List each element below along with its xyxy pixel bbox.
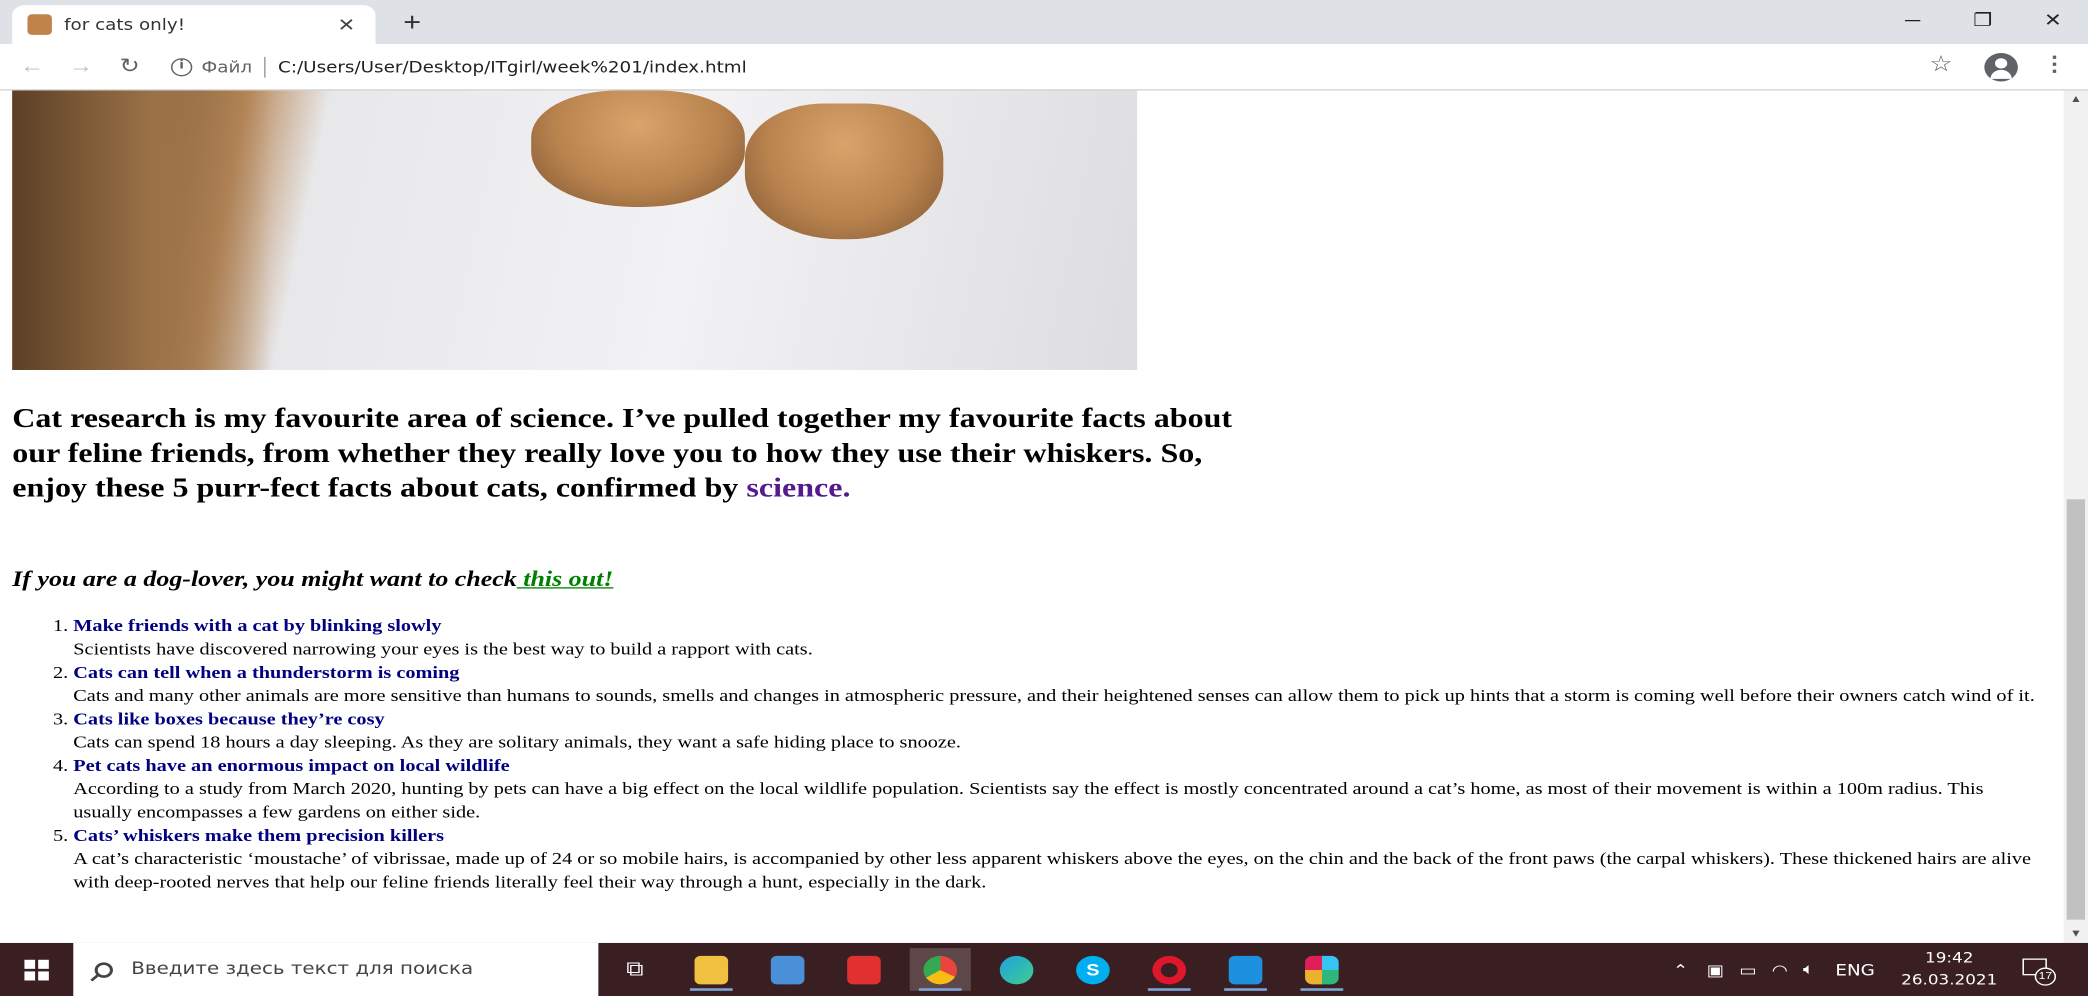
fact-title: Cats’ whiskers make them precision kille… — [73, 825, 445, 845]
store-bag-icon — [770, 955, 805, 984]
task-view-icon: ⧉ — [626, 957, 644, 980]
start-button[interactable] — [0, 943, 73, 996]
taskbar-app-gift[interactable] — [833, 948, 894, 991]
info-icon[interactable]: i — [170, 58, 193, 77]
back-arrow-icon[interactable]: ← — [15, 53, 49, 81]
list-item: Cats’ whiskers make them precision kille… — [73, 824, 2042, 894]
bookmark-star-icon[interactable]: ☆ — [1929, 52, 1952, 78]
fact-body: Scientists have discovered narrowing you… — [73, 638, 813, 659]
edge-icon — [999, 955, 1034, 984]
cat-favicon-icon — [27, 14, 52, 35]
battery-icon[interactable]: ▭ — [1739, 960, 1756, 978]
taskbar-app-store[interactable] — [757, 948, 818, 991]
windows-logo-icon — [24, 959, 49, 980]
chrome-icon — [923, 955, 958, 984]
cat-paw-right — [744, 103, 944, 240]
url-text[interactable]: C:/Users/User/Desktop/ITgirl/week%201/in… — [278, 58, 747, 76]
fact-body: Cats and many other animals are more sen… — [73, 685, 2035, 705]
task-view-button[interactable]: ⧉ — [604, 948, 665, 991]
intro-text: Cat research is my favourite area of sci… — [12, 402, 1233, 504]
opera-icon — [1152, 955, 1187, 984]
fact-title: Cats can tell when a thunderstorm is com… — [73, 662, 460, 682]
taskbar-app-opera[interactable] — [1139, 948, 1200, 991]
clock-time: 19:42 — [1925, 949, 1974, 967]
facts-list: Make friends with a cat by blinking slow… — [73, 614, 2042, 893]
fact-title: Pet cats have an enormous impact on loca… — [73, 755, 510, 775]
fact-title: Make friends with a cat by blinking slow… — [73, 615, 442, 636]
science-link[interactable]: science. — [746, 472, 850, 503]
fact-body: Cats can spend 18 hours a day sleeping. … — [73, 732, 962, 752]
profile-avatar-icon[interactable] — [1984, 53, 2018, 82]
skype-icon: S — [1076, 955, 1110, 984]
windows-taskbar: Введите здесь текст для поиска ⧉ S ⌃ ▣ ▭… — [0, 942, 2088, 996]
volume-icon[interactable]: 🔈︎ — [1803, 960, 1814, 979]
clock[interactable]: 19:42 26.03.2021 — [1896, 947, 2003, 991]
browser-tab[interactable]: for cats only! ✕ — [12, 5, 376, 44]
scroll-thumb[interactable] — [2066, 499, 2086, 920]
language-indicator[interactable]: ENG — [1835, 960, 1874, 978]
tab-title: for cats only! — [64, 15, 186, 34]
kebab-menu-icon[interactable]: ⋮ — [2042, 52, 2066, 78]
taskbar-app-skype[interactable]: S — [1062, 948, 1123, 991]
tray-icons: ⌃ ▣ ▭ ◠ 🔈︎ ENG — [1673, 943, 1875, 996]
security-label: Файл — [201, 58, 253, 77]
page-viewport: Cat research is my favourite area of sci… — [0, 90, 2064, 943]
meet-now-icon[interactable]: ▣ — [1707, 960, 1724, 978]
this-out-link[interactable]: this out! — [517, 567, 613, 592]
forward-arrow-icon[interactable]: → — [64, 53, 98, 81]
taskbar-app-edge[interactable] — [986, 948, 1047, 991]
dog-lover-text: If you are a dog-lover, you might want t… — [12, 566, 517, 592]
fact-body: According to a study from March 2020, hu… — [73, 778, 1984, 822]
fact-body: A cat’s characteristic ‘moustache’ of vi… — [73, 848, 2032, 892]
close-window-button[interactable]: ✕ — [2018, 0, 2088, 39]
vscode-icon — [1228, 955, 1263, 984]
scroll-up-arrow-icon[interactable]: ▲ — [2064, 91, 2088, 109]
cat-paw-left — [531, 90, 745, 207]
taskbar-app-chrome[interactable] — [909, 948, 971, 991]
list-item: Cats can tell when a thunderstorm is com… — [73, 661, 2042, 708]
notification-count: 17 — [2034, 967, 2057, 986]
scroll-down-arrow-icon[interactable]: ▼ — [2064, 925, 2088, 943]
close-tab-icon[interactable]: ✕ — [333, 14, 360, 36]
search-icon — [94, 961, 113, 978]
notification-center-button[interactable]: 17 — [2018, 953, 2057, 986]
list-item: Pet cats have an enormous impact on loca… — [73, 754, 2042, 824]
list-item: Make friends with a cat by blinking slow… — [73, 614, 2042, 661]
reload-icon[interactable]: ↻ — [113, 53, 147, 81]
dog-lover-line: If you are a dog-lover, you might want t… — [12, 567, 613, 593]
search-placeholder: Введите здесь текст для поиска — [131, 959, 474, 980]
folder-icon — [694, 955, 729, 984]
fact-title: Cats like boxes because they’re cosy — [73, 708, 385, 729]
taskbar-app-slack[interactable] — [1291, 948, 1352, 991]
minimize-button[interactable]: ─ — [1877, 0, 1947, 39]
omnibox-divider — [264, 56, 266, 78]
address-bar[interactable]: i Файл C:/Users/User/Desktop/ITgirl/week… — [170, 50, 1966, 84]
gift-icon — [847, 955, 881, 984]
new-tab-button[interactable]: + — [394, 8, 431, 39]
taskbar-app-vscode[interactable] — [1215, 948, 1276, 991]
taskbar-app-file-explorer[interactable] — [681, 948, 742, 991]
vertical-scrollbar[interactable]: ▲ ▼ — [2063, 90, 2088, 943]
intro-paragraph: Cat research is my favourite area of sci… — [12, 401, 1233, 506]
cat-paws-image — [12, 90, 1138, 370]
clock-date: 26.03.2021 — [1901, 971, 1998, 989]
chevron-up-icon[interactable]: ⌃ — [1673, 960, 1688, 978]
screen: for cats only! ✕ + ─ ❐ ✕ ← → ↻ i Файл C:… — [0, 0, 2088, 996]
list-item: Cats like boxes because they’re cosy Cat… — [73, 708, 2042, 755]
restore-button[interactable]: ❐ — [1948, 0, 2018, 39]
wifi-icon[interactable]: ◠ — [1772, 960, 1788, 978]
cat-fur — [12, 90, 272, 370]
browser-toolbar: ← → ↻ i Файл C:/Users/User/Desktop/ITgir… — [0, 43, 2088, 91]
taskbar-search[interactable]: Введите здесь текст для поиска — [73, 942, 599, 996]
browser-chrome: for cats only! ✕ + ─ ❐ ✕ ← → ↻ i Файл C:… — [0, 0, 2088, 91]
slack-icon — [1305, 955, 1339, 984]
